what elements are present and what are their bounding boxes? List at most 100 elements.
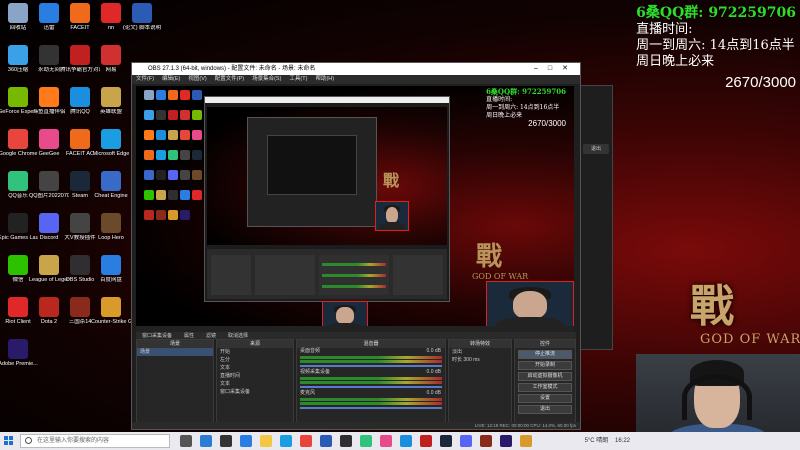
mixer-channel-name: 视频采集设备 0.0 dB — [297, 369, 445, 376]
app-icon — [101, 129, 121, 149]
scene-item[interactable]: 场景 — [137, 348, 213, 356]
schedule-weekday: 周一到周六: 14点到16点半 — [636, 38, 795, 53]
sources-header: 来源 — [217, 340, 293, 348]
channel-db: 0.0 dB — [426, 369, 441, 375]
nested-preview: 戰 — [207, 107, 447, 245]
transition-type[interactable]: 淡出 — [449, 348, 511, 356]
app-icon — [70, 171, 90, 191]
app-icon — [39, 129, 59, 149]
transition-duration[interactable]: 时长 300 ms — [449, 356, 511, 364]
desktop-icon-label: (论文) 脚本说明 — [122, 25, 162, 31]
scenes-panel[interactable]: 场景 场景 — [136, 339, 214, 425]
volume-slider[interactable] — [300, 407, 442, 409]
source-item[interactable]: 文本 — [217, 380, 293, 388]
control-button[interactable]: 工作室模式 — [518, 383, 572, 392]
obs-dock-panels: 场景 场景 来源 开始 左分 文本 直播时间 文本 窗口采集设备 混音器 桌面音频 0.0 … — [136, 339, 576, 427]
desktop-icon[interactable]: Counter-Strike Global Off... — [91, 297, 131, 325]
obs-statusbar: LIVE: 12:19 REC: 00:00:00 CPU: 14.0%, 60… — [132, 422, 580, 429]
preview-desktop-icon — [144, 130, 154, 140]
desktop-icon[interactable]: Cheat Engine — [91, 171, 131, 199]
taskbar-app-icon[interactable] — [300, 435, 312, 447]
preview-desktop-icon — [144, 190, 154, 200]
app-icon — [8, 171, 28, 191]
volume-meter — [300, 381, 442, 384]
mixer-channel[interactable]: 桌面音频 0.0 dB — [297, 348, 445, 367]
taskbar-app-icon[interactable] — [360, 435, 372, 447]
source-item[interactable]: 窗口采集设备 — [217, 388, 293, 396]
mixer-panel[interactable]: 混音器 桌面音频 0.0 dB 视频采集设备 0.0 dB 麦克风 0.0 dB — [296, 339, 446, 425]
taskbar-app-icon[interactable] — [180, 435, 192, 447]
source-item[interactable]: 直播时间 — [217, 372, 293, 380]
taskbar-app-icon[interactable] — [280, 435, 292, 447]
app-icon — [8, 255, 28, 275]
control-button[interactable]: 设置 — [518, 394, 572, 403]
desktop-icon[interactable]: (论文) 脚本说明 — [122, 3, 162, 31]
schedule-sunday: 周日晚上必来 — [636, 54, 715, 69]
preview-desktop-icon — [156, 90, 166, 100]
taskbar-app-icon[interactable] — [260, 435, 272, 447]
source-item[interactable]: 开始 — [217, 348, 293, 356]
control-button[interactable]: 退出 — [518, 405, 572, 414]
taskbar-search[interactable]: 在这里输入你要搜索的内容 — [20, 434, 170, 448]
app-icon — [8, 87, 28, 107]
menu-item[interactable]: 配置文件(P) — [215, 76, 244, 82]
clock[interactable]: 16:22 — [615, 438, 630, 444]
taskbar-app-icon[interactable] — [500, 435, 512, 447]
window-controls[interactable]: –□✕ — [534, 63, 578, 75]
taskbar-app-icon[interactable] — [380, 435, 392, 447]
desktop-icon[interactable]: 百度网盘 — [91, 255, 131, 283]
mixer-channel[interactable]: 视频采集设备 0.0 dB — [297, 369, 445, 388]
side-window[interactable]: 退出 — [578, 85, 613, 350]
desktop-icon[interactable]: Microsoft Edge — [91, 129, 131, 157]
control-button[interactable]: 停止推流 — [518, 350, 572, 359]
menu-item[interactable]: 文件(F) — [136, 76, 154, 82]
volume-slider[interactable] — [300, 365, 442, 367]
desktop-icon[interactable]: Adobe Premie... — [0, 339, 38, 367]
sources-panel[interactable]: 来源 开始 左分 文本 直播时间 文本 窗口采集设备 — [216, 339, 294, 425]
source-item[interactable]: 文本 — [217, 364, 293, 372]
taskbar-app-icon[interactable] — [420, 435, 432, 447]
transitions-panel[interactable]: 转场特效 淡出 时长 300 ms — [448, 339, 512, 425]
taskbar-app-icon[interactable] — [520, 435, 532, 447]
taskbar-app-icon[interactable] — [480, 435, 492, 447]
weather-text[interactable]: 5°C 晴朗 — [585, 438, 609, 444]
preview-schedule-weekday: 周一到周六: 14点到16点半 — [486, 104, 560, 111]
taskbar-app-icon[interactable] — [340, 435, 352, 447]
desktop-icon[interactable]: 网易 — [91, 45, 131, 73]
desktop-icon[interactable]: 英雄联盟 — [91, 87, 131, 115]
taskbar-app-icon[interactable] — [220, 435, 232, 447]
control-button[interactable]: 开始录制 — [518, 361, 572, 370]
menu-item[interactable]: 编辑(E) — [162, 76, 180, 82]
menu-item[interactable]: 场景集合(S) — [252, 76, 281, 82]
preview-desktop-icon — [180, 210, 190, 220]
preview-desktop-icon — [168, 210, 178, 220]
start-button[interactable] — [4, 436, 14, 446]
taskbar-app-icon[interactable] — [320, 435, 332, 447]
source-item[interactable]: 左分 — [217, 356, 293, 364]
side-exit-button[interactable]: 退出 — [583, 144, 609, 154]
preview-desktop-icon — [180, 90, 190, 100]
menu-item[interactable]: 工具(T) — [289, 76, 307, 82]
obs-preview[interactable]: 6桑QQ群: 972259706 直播时间: 周一到周六: 14点到16点半 周… — [136, 86, 574, 333]
controls-panel[interactable]: 控件 停止推流 开始录制 启动虚拟摄像机 工作室模式 设置 退出 — [514, 339, 576, 425]
obs-window[interactable]: OBS 27.1.3 (64-bit, windows) - 配置文件: 未命名… — [131, 62, 581, 430]
taskbar-app-icon[interactable] — [460, 435, 472, 447]
preview-desktop-icon — [192, 150, 202, 160]
mixer-header: 混音器 — [297, 340, 445, 348]
mixer-channel[interactable]: 麦克风 0.0 dB — [297, 390, 445, 409]
taskbar-app-icon[interactable] — [240, 435, 252, 447]
duration-value[interactable]: 300 ms — [463, 357, 479, 363]
menu-item[interactable]: 帮助(H) — [315, 76, 334, 82]
volume-slider[interactable] — [300, 386, 442, 388]
menu-item[interactable]: 视图(V) — [188, 76, 206, 82]
taskbar-app-icon[interactable] — [440, 435, 452, 447]
control-button[interactable]: 启动虚拟摄像机 — [518, 372, 572, 381]
preview-desktop-icon — [180, 150, 190, 160]
obs-titlebar[interactable]: OBS 27.1.3 (64-bit, windows) - 配置文件: 未命名… — [132, 63, 580, 75]
preview-desktop-icon — [168, 90, 178, 100]
taskbar-app-icon[interactable] — [200, 435, 212, 447]
channel-db: 0.0 dB — [426, 348, 441, 354]
taskbar-app-icon[interactable] — [400, 435, 412, 447]
desktop-icon[interactable]: Loop Hero — [91, 213, 131, 241]
app-icon — [101, 213, 121, 233]
